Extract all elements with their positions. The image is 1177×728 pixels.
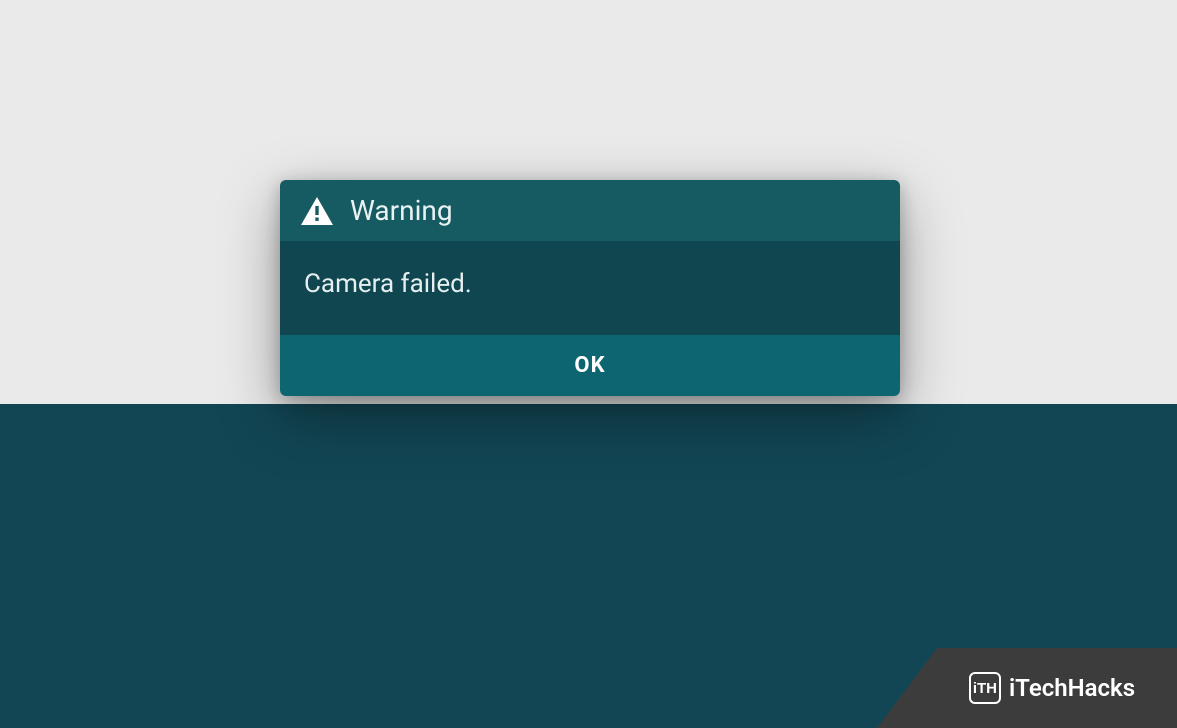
ok-button[interactable]: OK [280, 335, 900, 396]
watermark-logo-icon: iTH [969, 672, 1001, 704]
dialog-header: Warning [280, 180, 900, 241]
ok-button-label: OK [574, 353, 605, 378]
watermark-brand: iTechHacks [1009, 674, 1135, 702]
warning-dialog: Warning Camera failed. OK [280, 180, 900, 396]
warning-triangle-icon [300, 196, 334, 226]
watermark-logo-text: iTH [973, 680, 997, 697]
dialog-title: Warning [350, 194, 453, 227]
dialog-body: Camera failed. [280, 241, 900, 335]
dialog-message: Camera failed. [304, 269, 876, 299]
